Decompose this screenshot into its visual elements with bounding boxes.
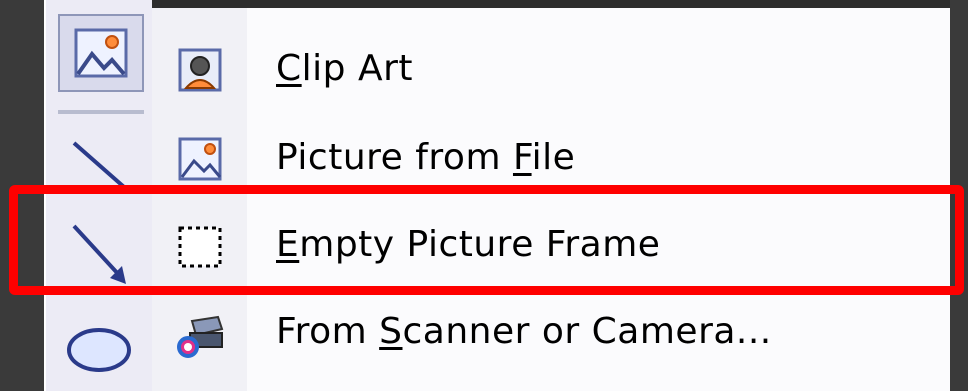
toolbar-separator — [58, 110, 144, 114]
insert-picture-icon — [74, 28, 128, 78]
insert-picture-button[interactable] — [58, 14, 144, 92]
menu-item-from-scanner-or-camera[interactable]: From Scanner or Camera... — [152, 289, 950, 376]
highlight-box — [9, 185, 964, 295]
scanner-icon — [177, 315, 224, 358]
oval-icon — [67, 328, 131, 372]
menu-item-clip-art[interactable]: Clip Art — [152, 26, 950, 113]
menu-item-label: Picture from File — [276, 137, 576, 178]
menu-item-label: From Scanner or Camera... — [276, 311, 772, 352]
picture-file-icon — [178, 137, 222, 181]
oval-button[interactable] — [58, 305, 144, 383]
clip-art-icon — [178, 48, 222, 92]
menu-item-label: Clip Art — [276, 48, 413, 89]
